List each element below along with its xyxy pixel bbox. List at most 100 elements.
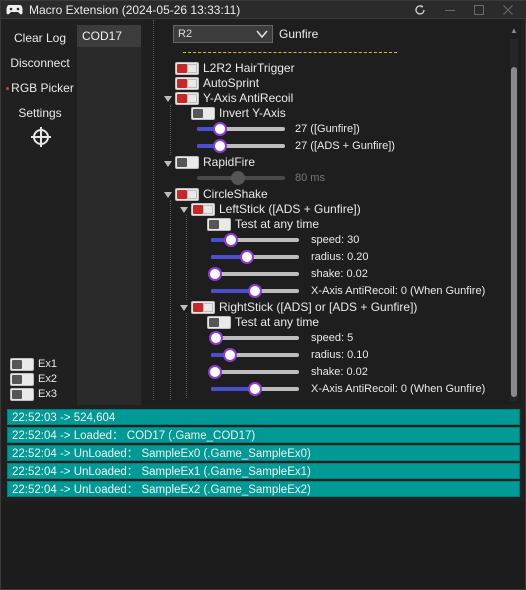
rapidfire-slider [197, 171, 285, 185]
ls-test-option[interactable]: Test at any time [207, 217, 319, 231]
l2r2-option[interactable]: L2R2 HairTrigger [175, 61, 295, 75]
ex2-toggle[interactable]: Ex2 [10, 372, 57, 386]
sidebar: Clear Log Disconnect RGB Picker Settings [2, 20, 78, 405]
trigger-label: Gunfire [279, 27, 319, 41]
ls-speed-value: speed: 30 [311, 234, 360, 246]
ls-radius-value: radius: 0.20 [311, 251, 369, 263]
ex1-toggle[interactable]: Ex1 [10, 357, 57, 371]
autosprint-label: AutoSprint [203, 76, 260, 90]
caret-down-icon[interactable] [164, 95, 172, 103]
ls-speed-slider[interactable] [211, 233, 299, 247]
ls-xaxis-slider[interactable] [211, 284, 299, 298]
caret-down-icon[interactable] [164, 191, 172, 199]
autosprint-option[interactable]: AutoSprint [175, 76, 259, 90]
rightstick-option[interactable]: RightStick ([ADS] or [ADS + Gunfire]) [191, 300, 417, 314]
y-ads-slider[interactable] [197, 139, 285, 153]
refresh-icon[interactable] [407, 1, 433, 18]
rightstick-toggle[interactable] [191, 300, 215, 314]
options-tree: R2 Gunfire L2R2 HairTrigger AutoSprint Y… [143, 20, 521, 405]
ex2-switch[interactable] [10, 372, 34, 386]
ls-xaxis-value: X-Axis AntiRecoil: 0 (When Gunfire) [311, 285, 486, 297]
caret-down-icon[interactable] [180, 304, 188, 312]
tree-guide [170, 200, 171, 400]
l2r2-toggle[interactable] [175, 61, 199, 75]
rs-xaxis-slider[interactable] [211, 382, 299, 396]
profile-list [77, 47, 141, 405]
trigger-select[interactable]: R2 [173, 25, 273, 43]
disconnect-button[interactable]: Disconnect [4, 52, 76, 74]
maximize-button[interactable] [466, 1, 492, 18]
y-axis-option[interactable]: Y-Axis AntiRecoil [175, 91, 293, 105]
ls-test-label: Test at any time [235, 217, 320, 231]
leftstick-option[interactable]: LeftStick ([ADS + Gunfire]) [191, 202, 361, 216]
autosprint-toggle[interactable] [175, 76, 199, 90]
rapidfire-label: RapidFire [203, 155, 256, 169]
y-gunfire-value: 27 ([Gunfire]) [295, 123, 360, 135]
invert-y-toggle[interactable] [191, 106, 215, 120]
rs-xaxis-value: X-Axis AntiRecoil: 0 (When Gunfire) [311, 383, 486, 395]
settings-button[interactable]: Settings [4, 102, 76, 124]
rs-radius-slider[interactable] [211, 348, 299, 362]
tree-guide [170, 105, 171, 155]
ls-shake-slider[interactable] [208, 267, 299, 281]
rs-speed-slider[interactable] [209, 331, 299, 345]
y-axis-label: Y-Axis AntiRecoil [203, 91, 294, 105]
y-ads-value: 27 ([ADS + Gunfire]) [295, 140, 395, 152]
ex1-label: Ex1 [38, 358, 57, 370]
log-entry[interactable]: 22:52:04 -> UnLoaded： SampleEx1 (.Game_S… [7, 463, 520, 479]
ls-radius-slider[interactable] [211, 250, 299, 264]
rs-test-toggle[interactable] [207, 315, 231, 329]
leftstick-toggle[interactable] [191, 202, 215, 216]
ls-test-toggle[interactable] [207, 217, 231, 231]
rs-radius-value: radius: 0.10 [311, 349, 369, 361]
ex3-toggle[interactable]: Ex3 [10, 387, 57, 401]
dashed-separator [183, 52, 397, 53]
log-entry[interactable]: 22:52:03 -> 524,604 [7, 409, 520, 425]
crosshair-icon[interactable] [30, 126, 52, 148]
rapidfire-option[interactable]: RapidFire [175, 155, 255, 169]
invert-y-label: Invert Y-Axis [219, 106, 286, 120]
window-title: Macro Extension (2024-05-26 13:33:11) [29, 3, 241, 17]
y-axis-toggle[interactable] [175, 91, 199, 105]
rs-shake-slider[interactable] [208, 365, 299, 379]
rgb-indicator-dot-icon [6, 86, 10, 90]
log-list: 22:52:03 -> 524,604 22:52:04 -> Loaded： … [5, 408, 520, 498]
log-entry[interactable]: 22:52:04 -> UnLoaded： SampleEx0 (.Game_S… [7, 445, 520, 461]
rgb-picker-button[interactable]: RGB Picker [4, 77, 76, 99]
profile-item-cod17[interactable]: COD17 [77, 25, 141, 47]
log-entry[interactable]: 22:52:04 -> Loaded： COD17 (.Game_COD17) [7, 427, 520, 443]
title-bar: Macro Extension (2024-05-26 13:33:11) [1, 1, 526, 19]
ex2-label: Ex2 [38, 373, 57, 385]
l2r2-label: L2R2 HairTrigger [203, 61, 295, 75]
rs-speed-value: speed: 5 [311, 332, 354, 344]
ls-shake-value: shake: 0.02 [311, 268, 368, 280]
circleshake-label: CircleShake [203, 187, 268, 201]
caret-down-icon[interactable] [180, 206, 188, 214]
ex3-switch[interactable] [10, 387, 34, 401]
circleshake-option[interactable]: CircleShake [175, 187, 268, 201]
rs-test-label: Test at any time [235, 315, 320, 329]
ex3-label: Ex3 [38, 388, 57, 400]
minimize-button[interactable] [437, 1, 463, 18]
rs-test-option[interactable]: Test at any time [207, 315, 319, 329]
close-button[interactable] [495, 1, 521, 18]
log-entry[interactable]: 22:52:04 -> UnLoaded： SampleEx2 (.Game_S… [7, 481, 520, 497]
leftstick-label: LeftStick ([ADS + Gunfire]) [219, 202, 361, 216]
invert-y-option[interactable]: Invert Y-Axis [191, 106, 286, 120]
tree-guide [186, 313, 187, 398]
log-empty-area [1, 501, 525, 589]
options-scrollbar[interactable] [510, 39, 518, 401]
scrollbar-thumb[interactable] [511, 67, 517, 397]
scroll-up-arrow-icon[interactable]: ▲ [510, 26, 518, 36]
rgb-picker-label: RGB Picker [11, 81, 74, 95]
trigger-select-value: R2 [178, 28, 193, 40]
caret-down-icon[interactable] [164, 160, 172, 168]
y-gunfire-slider[interactable] [197, 122, 285, 136]
rapidfire-toggle[interactable] [175, 155, 199, 169]
rs-shake-value: shake: 0.02 [311, 366, 368, 378]
ex1-switch[interactable] [10, 357, 34, 371]
clear-log-button[interactable]: Clear Log [4, 27, 76, 49]
app-window: Macro Extension (2024-05-26 13:33:11) Cl… [0, 0, 526, 590]
circleshake-toggle[interactable] [175, 187, 199, 201]
tree-guide [153, 20, 154, 400]
